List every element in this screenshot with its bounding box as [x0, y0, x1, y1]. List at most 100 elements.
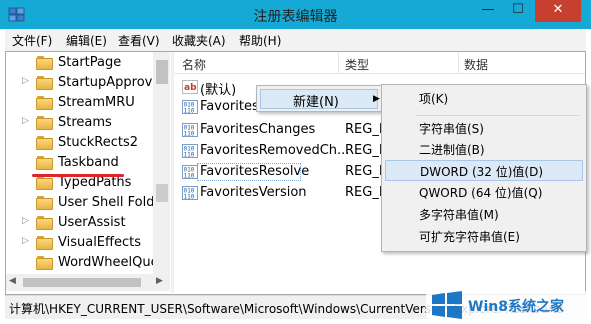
- value-name: FavoritesResolve: [200, 164, 310, 179]
- tree-item-label: StreamMRU: [58, 95, 135, 110]
- menu-new-label: 新建(N): [293, 95, 339, 110]
- watermark-text: Win8系统之家: [468, 299, 564, 315]
- title-bar: 注册表编辑器 — ☐ ✕: [0, 0, 591, 29]
- submenu-item-label: DWORD (32 位)值(D): [420, 165, 543, 179]
- string-value-icon: ab: [182, 80, 198, 94]
- folder-icon: [36, 236, 53, 250]
- menu-view[interactable]: 查看(V): [118, 32, 160, 49]
- key-tree: StartPage ▷ StartupApprove StreamMRU ▷ S…: [6, 52, 153, 274]
- value-name: (默认): [200, 83, 237, 98]
- tree-item[interactable]: ▷ VisualEffects: [6, 233, 153, 253]
- tree-item-label: Streams: [58, 115, 112, 130]
- column-type-header[interactable]: 类型: [345, 56, 369, 73]
- folder-icon: [36, 176, 53, 190]
- svg-text:110: 110: [184, 131, 195, 138]
- submenu-item-label: 字符串值(S): [419, 122, 484, 136]
- submenu-item-dword[interactable]: DWORD (32 位)值(D): [385, 160, 583, 181]
- submenu-item-binary[interactable]: 二进制值(B): [385, 139, 583, 160]
- minimize-button[interactable]: —: [473, 0, 503, 22]
- tree-item[interactable]: StuckRects2: [6, 133, 153, 153]
- tree-vertical-scrollbar[interactable]: [153, 52, 170, 274]
- tree-item[interactable]: ▷ StartupApprove: [6, 73, 153, 93]
- scroll-left-icon[interactable]: ◀: [9, 276, 16, 286]
- folder-icon: [36, 156, 53, 170]
- svg-text:110: 110: [184, 173, 195, 180]
- tree-item[interactable]: StartPage: [6, 53, 153, 73]
- binary-value-icon: 010 110: [182, 123, 198, 138]
- tree-scroll-thumb[interactable]: [156, 60, 168, 84]
- folder-icon: [36, 216, 53, 230]
- tree-item-label: WordWheelQue: [58, 255, 153, 270]
- submenu-item-string[interactable]: 字符串值(S): [385, 118, 583, 139]
- folder-icon: [36, 136, 53, 150]
- submenu-item-label: 多字符串值(M): [419, 208, 499, 222]
- menu-new-item[interactable]: 新建(N) ▶: [260, 89, 380, 110]
- svg-text:ab: ab: [184, 83, 197, 93]
- tree-item[interactable]: WordWheelQue: [6, 253, 153, 273]
- column-divider[interactable]: [458, 52, 459, 74]
- list-item[interactable]: 010 110 FavoritesResolve REG_B: [178, 162, 388, 182]
- tree-item-label: User Shell Folde: [58, 195, 153, 210]
- folder-icon: [36, 76, 53, 90]
- menu-separator: [416, 115, 580, 116]
- tree-item-label: StartPage: [58, 55, 122, 70]
- highlight-underline: [32, 174, 124, 177]
- column-name-header[interactable]: 名称: [182, 56, 206, 73]
- list-item[interactable]: 010 110 FavoritesVersion REG_D: [178, 183, 389, 203]
- expand-arrow-icon[interactable]: ▷: [22, 236, 29, 246]
- tree-hscroll-thumb[interactable]: [23, 278, 141, 287]
- tree-item[interactable]: StreamMRU: [6, 93, 153, 113]
- expand-arrow-icon[interactable]: ▷: [22, 216, 29, 226]
- pane-splitter[interactable]: [171, 52, 174, 293]
- binary-value-icon: 010 110: [182, 186, 198, 201]
- submenu-item-key[interactable]: 项(K): [385, 88, 583, 109]
- submenu-item-qword[interactable]: QWORD (64 位)值(Q): [385, 182, 583, 203]
- binary-value-icon: 010 110: [182, 144, 198, 159]
- context-menu: 新建(N) ▶: [256, 85, 382, 112]
- tree-item[interactable]: ▷ UserAssist: [6, 213, 153, 233]
- value-name: FavoritesRemovedCh...: [200, 143, 350, 158]
- expand-arrow-icon[interactable]: ▷: [22, 116, 29, 126]
- new-submenu: 项(K) 字符串值(S) 二进制值(B) DWORD (32 位)值(D) QW…: [381, 84, 587, 252]
- value-name: Favorites: [200, 99, 259, 114]
- tree-scroll-thumb-lower[interactable]: [156, 184, 168, 202]
- column-data-header[interactable]: 数据: [464, 56, 488, 73]
- binary-value-icon: 010 110: [182, 100, 198, 115]
- folder-icon: [36, 56, 53, 70]
- folder-icon: [36, 96, 53, 110]
- list-header: 名称 类型 数据: [174, 52, 585, 74]
- svg-text:110: 110: [184, 152, 195, 159]
- menu-bar: 文件(F) 编辑(E) 查看(V) 收藏夹(A) 帮助(H): [5, 29, 586, 51]
- value-name: FavoritesChanges: [200, 122, 316, 137]
- tree-item-label: VisualEffects: [58, 235, 141, 250]
- tree-item[interactable]: ▷ Streams: [6, 113, 153, 133]
- tree-item-label: StuckRects2: [58, 135, 138, 150]
- list-item[interactable]: 010 110 FavoritesChanges REG_D: [178, 120, 389, 140]
- folder-icon: [36, 196, 53, 210]
- folder-icon: [36, 116, 53, 130]
- tree-item-selected[interactable]: Taskband: [6, 153, 153, 173]
- submenu-item-label: 二进制值(B): [419, 143, 485, 157]
- submenu-item-multistring[interactable]: 多字符串值(M): [385, 204, 583, 225]
- scroll-right-icon[interactable]: ▶: [156, 276, 163, 286]
- menu-file[interactable]: 文件(F): [12, 32, 52, 49]
- list-item[interactable]: 010 110 FavoritesRemovedCh... REG_D: [178, 141, 389, 161]
- submenu-item-expandstring[interactable]: 可扩充字符串值(E): [385, 226, 583, 247]
- svg-text:110: 110: [184, 108, 195, 115]
- menu-help[interactable]: 帮助(H): [239, 32, 281, 49]
- submenu-item-label: QWORD (64 位)值(Q): [419, 186, 543, 200]
- tree-item-label: UserAssist: [58, 215, 126, 230]
- folder-icon: [36, 256, 53, 270]
- close-button[interactable]: ✕: [535, 0, 581, 22]
- svg-text:110: 110: [184, 194, 195, 201]
- menu-edit[interactable]: 编辑(E): [66, 32, 107, 49]
- binary-value-icon: 010 110: [182, 165, 198, 180]
- submenu-item-label: 可扩充字符串值(E): [419, 230, 520, 244]
- menu-favorites[interactable]: 收藏夹(A): [172, 32, 226, 49]
- expand-arrow-icon[interactable]: ▷: [22, 76, 29, 86]
- maximize-button[interactable]: ☐: [503, 0, 533, 22]
- column-divider[interactable]: [338, 52, 339, 74]
- tree-item[interactable]: User Shell Folde: [6, 193, 153, 213]
- submenu-arrow-icon: ▶: [373, 94, 380, 104]
- tree-item-label: TypedPaths: [58, 175, 132, 190]
